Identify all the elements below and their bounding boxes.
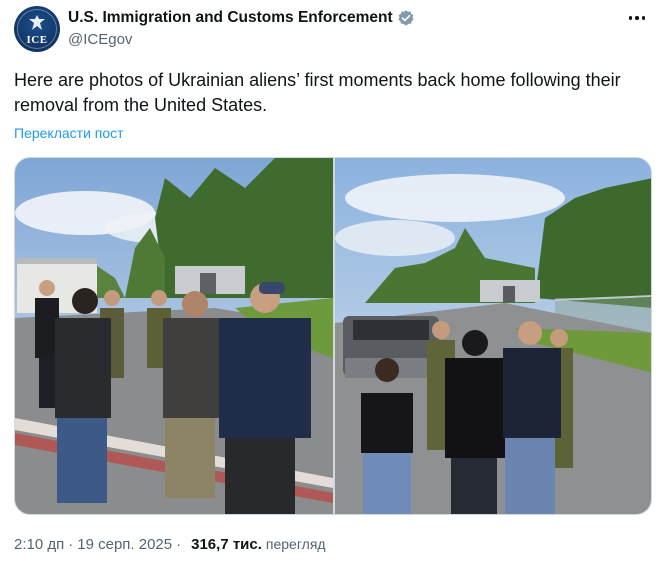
more-dots-icon[interactable] bbox=[623, 8, 651, 28]
name-line: U.S. Immigration and Customs Enforcement bbox=[68, 9, 415, 27]
tweet-header: ICE U.S. Immigration and Customs Enforce… bbox=[14, 6, 651, 52]
photo-border-checkpoint-left[interactable] bbox=[15, 158, 333, 514]
verified-badge-icon[interactable] bbox=[397, 9, 415, 27]
eagle-icon bbox=[29, 15, 45, 30]
tweet-meta: 2:10 дп · 19 серп. 2025 · 316,7 тис. пер… bbox=[14, 536, 326, 553]
display-name[interactable]: U.S. Immigration and Customs Enforcement bbox=[68, 9, 393, 27]
tweet-date[interactable]: 19 серп. 2025 bbox=[77, 536, 172, 553]
views-label: перегляд bbox=[265, 536, 326, 552]
meta-separator: · bbox=[68, 536, 74, 553]
media-grid bbox=[14, 157, 652, 515]
tweet-text: Here are photos of Ukrainian aliens’ fir… bbox=[14, 70, 621, 115]
views-count: 316,7 тис. bbox=[191, 536, 262, 553]
photo-border-checkpoint-right[interactable] bbox=[335, 158, 651, 514]
handle[interactable]: @ICEgov bbox=[68, 31, 132, 48]
translate-post-link[interactable]: Перекласти пост bbox=[14, 125, 124, 141]
avatar[interactable]: ICE bbox=[14, 6, 60, 52]
tweet-time[interactable]: 2:10 дп bbox=[14, 536, 64, 553]
avatar-logo-text: ICE bbox=[26, 34, 48, 46]
meta-separator: · bbox=[176, 536, 182, 553]
